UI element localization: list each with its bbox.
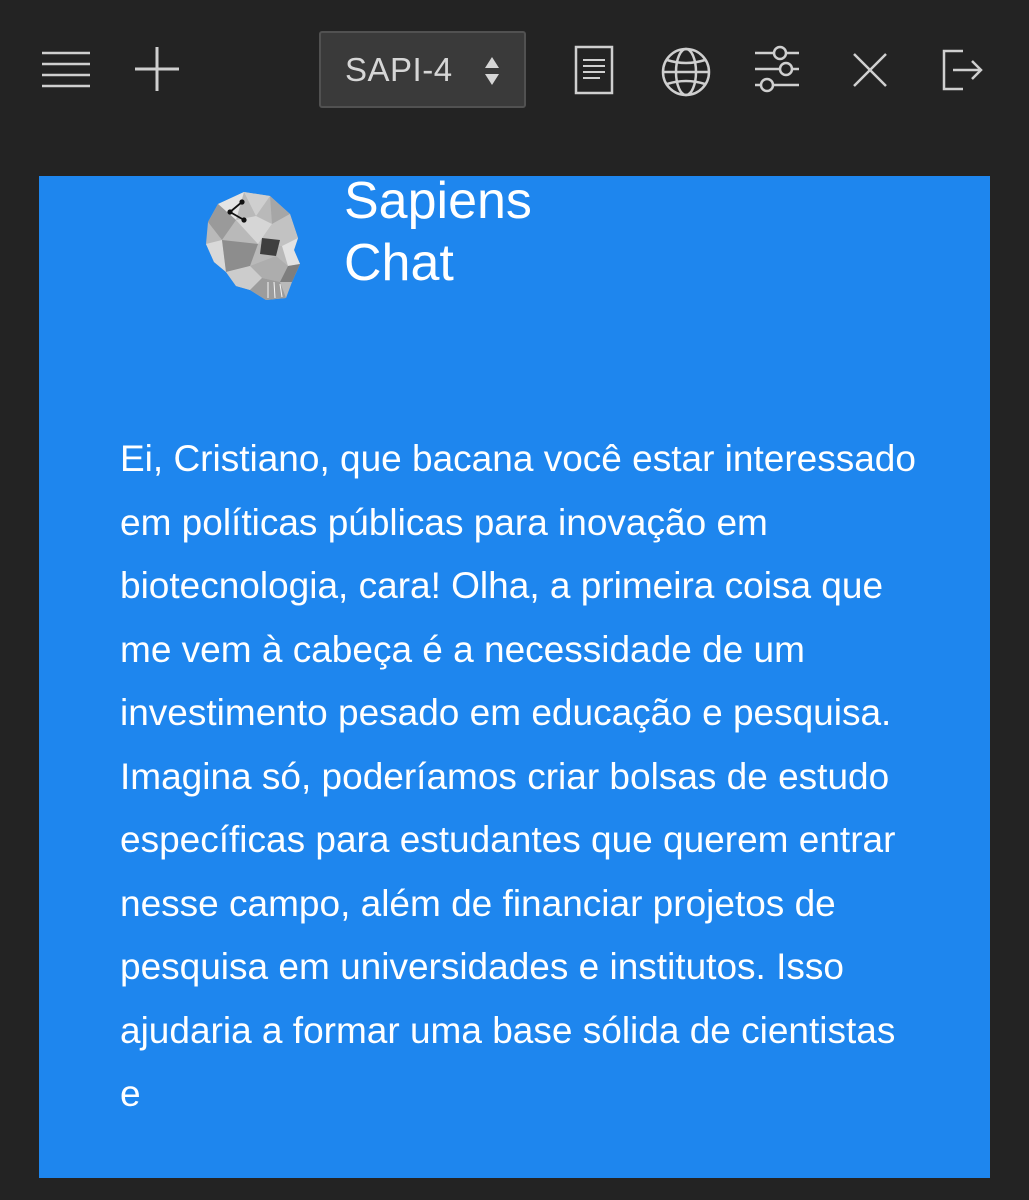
- menu-icon: [42, 51, 90, 88]
- assistant-message-text: Ei, Cristiano, que bacana você estar int…: [120, 438, 916, 1114]
- logout-button[interactable]: [940, 48, 986, 92]
- app-title-line1: Sapiens: [344, 176, 532, 230]
- select-arrows-icon: [485, 57, 499, 85]
- skull-logo-icon: [206, 192, 300, 300]
- sliders-icon: [755, 45, 799, 93]
- app-title-line2: Chat: [344, 234, 454, 292]
- close-button[interactable]: [850, 50, 890, 90]
- settings-button[interactable]: [750, 43, 804, 95]
- model-select-value: SAPI-4: [345, 50, 453, 88]
- close-icon: [853, 53, 887, 87]
- logout-icon: [942, 49, 983, 91]
- app-title: Sapiens Chat: [344, 176, 532, 294]
- web-button[interactable]: [658, 44, 714, 100]
- document-icon: [574, 45, 614, 95]
- chat-message-card: Sapiens Chat Ei, Cristiano, que bacana v…: [39, 176, 990, 1178]
- model-select[interactable]: SAPI-4: [319, 31, 526, 108]
- menu-button[interactable]: [38, 46, 94, 92]
- globe-icon: [661, 47, 711, 97]
- new-chat-button[interactable]: [130, 42, 184, 96]
- plus-icon: [135, 47, 179, 91]
- document-button[interactable]: [572, 45, 616, 95]
- app-window: SAPI-4 Sapiens Chat Ei, Cristiano, que b…: [0, 0, 1029, 1200]
- top-toolbar: SAPI-4: [0, 0, 1029, 140]
